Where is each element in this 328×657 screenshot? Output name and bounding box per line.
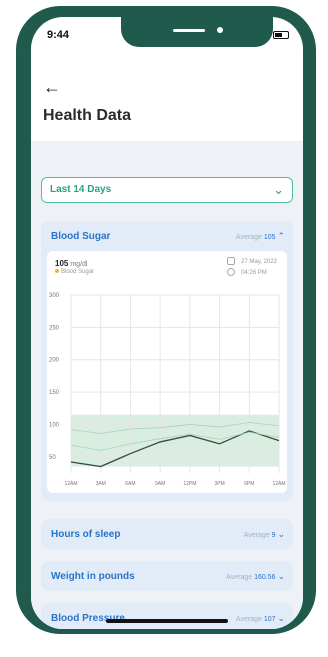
home-indicator[interactable] (106, 619, 228, 623)
hours-of-sleep-card[interactable]: Hours of sleep Average 9 ⌄ (41, 519, 293, 549)
card-average: Average 107 ⌄ (235, 613, 285, 623)
blood-pressure-card[interactable]: Blood Pressure Average 107 ⌄ (41, 603, 293, 629)
x-tick-label: 6AM (125, 481, 135, 487)
notch (121, 17, 273, 47)
card-average: Average 105 ⌃ (235, 231, 285, 241)
card-title: Hours of sleep (51, 529, 121, 540)
blood-sugar-card[interactable]: Blood Sugar Average 105 ⌃ 105 mg/dl Bloo… (41, 221, 293, 501)
x-tick-label: 12AM (272, 481, 285, 487)
calendar-icon (227, 257, 236, 266)
x-tick-label: 3PM (214, 481, 224, 487)
speaker (173, 29, 205, 32)
status-time: 9:44 (47, 29, 70, 41)
content-area: Last 14 Days ⌄ Blood Sugar Average 105 ⌃… (31, 141, 303, 629)
date-range-select[interactable]: Last 14 Days ⌄ (41, 177, 293, 203)
page-title: Health Data (43, 107, 132, 124)
y-tick-label: 250 (49, 325, 60, 331)
chevron-down-icon: ⌄ (277, 571, 285, 581)
reading-meta: 27 May, 2022 04:26 PM (227, 257, 277, 279)
clock-icon (227, 268, 236, 277)
x-tick-label: 12PM (183, 481, 196, 487)
legend-dot-icon (55, 269, 59, 273)
y-tick-label: 200 (49, 358, 60, 364)
battery-icon (273, 30, 289, 39)
y-tick-label: 100 (49, 422, 60, 428)
blood-sugar-chart: 50 100 150 200 250 300 12AM 3AM 6AM 9AM 12PM 3PM 6PM… (49, 293, 286, 487)
reading-value: 105 mg/dl (55, 259, 88, 268)
screen: 9:44 5G ← Health Data Last 14 Days ⌄ Blo… (31, 17, 303, 629)
date-range-value: Last 14 Days (50, 184, 112, 195)
y-tick-label: 50 (49, 455, 56, 461)
x-tick-label: 6PM (244, 481, 254, 487)
chart-panel: 105 mg/dl Blood Sugar 27 May, 2022 04:26… (47, 251, 287, 493)
x-tick-label: 12AM (64, 481, 77, 487)
chevron-down-icon: ⌄ (273, 182, 284, 197)
back-button[interactable]: ← (43, 77, 61, 98)
arrow-left-icon: ← (43, 77, 61, 97)
chevron-up-icon: ⌃ (277, 231, 285, 241)
y-tick-label: 300 (49, 293, 60, 299)
camera (217, 27, 223, 33)
card-title: Blood Sugar (51, 231, 111, 242)
x-tick-label: 3AM (96, 481, 106, 487)
card-average: Average 9 ⌄ (243, 529, 285, 539)
chevron-down-icon: ⌄ (277, 529, 285, 539)
x-tick-label: 9AM (155, 481, 165, 487)
weight-card[interactable]: Weight in pounds Average 160.56 ⌄ (41, 561, 293, 591)
chevron-down-icon: ⌄ (277, 613, 285, 623)
card-title: Weight in pounds (51, 571, 135, 582)
card-average: Average 160.56 ⌄ (226, 571, 285, 581)
chart-legend: Blood Sugar (55, 269, 94, 275)
y-tick-label: 150 (49, 390, 60, 396)
